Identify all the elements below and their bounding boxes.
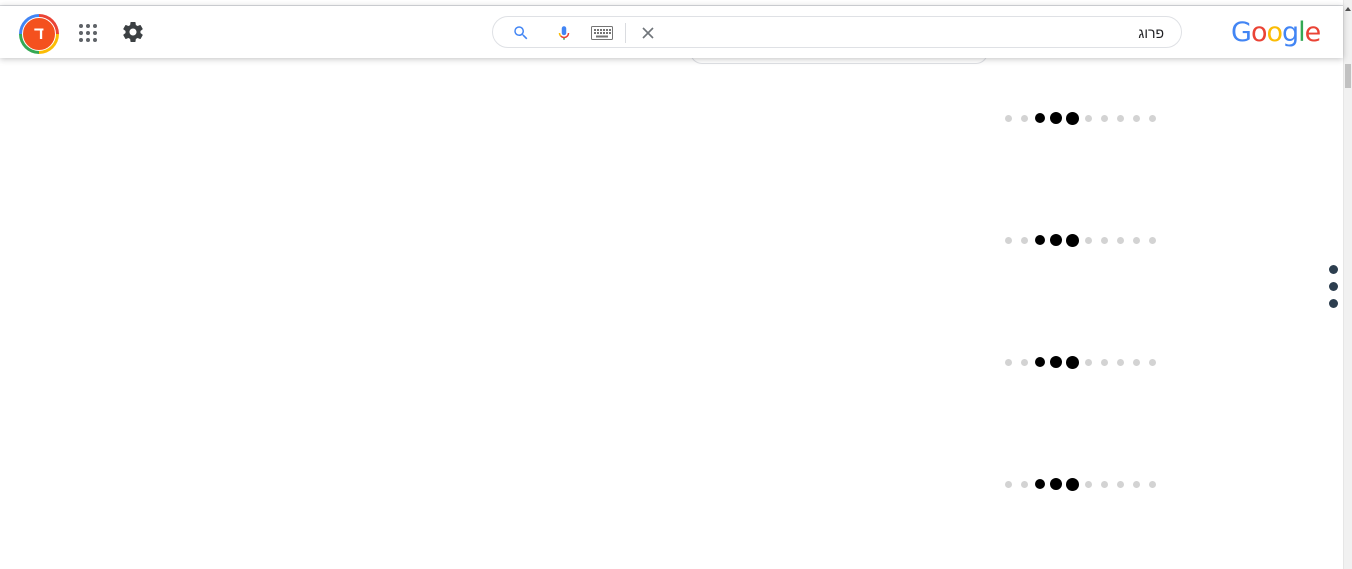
loading-dot <box>1065 355 1079 369</box>
scrollbar-thumb[interactable] <box>1345 64 1351 88</box>
loading-dot <box>1004 358 1012 366</box>
gear-icon[interactable] <box>121 20 145 44</box>
loading-dot <box>1084 358 1092 366</box>
menu-dot <box>1329 299 1338 308</box>
apps-grid-icon[interactable] <box>76 21 100 45</box>
loading-dot <box>1065 111 1079 125</box>
loading-dot <box>1035 235 1045 245</box>
keyboard-icon[interactable] <box>591 26 613 40</box>
loading-dot <box>1035 479 1045 489</box>
loading-indicator <box>1002 232 1162 247</box>
logo-letter: o <box>1250 17 1268 48</box>
loading-dot <box>1100 114 1108 122</box>
loading-dot <box>1116 114 1124 122</box>
loading-dot <box>1050 356 1062 368</box>
loading-indicator <box>1002 476 1162 491</box>
loading-dot <box>1004 236 1012 244</box>
google-logo[interactable]: Google <box>1231 17 1322 48</box>
loading-dot <box>1050 234 1062 246</box>
loading-dot <box>1035 113 1045 123</box>
menu-dot <box>1329 265 1338 274</box>
loading-dot <box>1084 480 1092 488</box>
logo-letter: e <box>1304 17 1322 48</box>
loading-dot <box>1020 358 1028 366</box>
vertical-dots-icon[interactable] <box>1327 264 1339 310</box>
search-box[interactable] <box>492 16 1182 48</box>
logo-letter: G <box>1231 17 1252 48</box>
loading-dot <box>1132 480 1140 488</box>
microphone-icon[interactable] <box>555 23 573 43</box>
loading-dot <box>1132 114 1140 122</box>
loading-dot <box>1065 477 1079 491</box>
loading-dot <box>1132 236 1140 244</box>
loading-dot <box>1035 357 1045 367</box>
loading-indicator <box>1002 110 1162 125</box>
close-icon[interactable] <box>640 25 656 41</box>
loading-dot <box>1020 236 1028 244</box>
loading-indicator <box>1002 354 1162 369</box>
loading-dot <box>1084 114 1092 122</box>
loading-dot <box>1148 114 1156 122</box>
loading-dot <box>1100 480 1108 488</box>
loading-dot <box>1065 233 1079 247</box>
loading-dot <box>1100 236 1108 244</box>
loading-dot <box>1148 358 1156 366</box>
account-avatar[interactable]: ד <box>19 14 59 54</box>
search-input[interactable] <box>668 22 1164 44</box>
loading-dot <box>1148 236 1156 244</box>
loading-dot <box>1020 480 1028 488</box>
logo-letter: o <box>1266 17 1283 48</box>
loading-dot <box>1148 480 1156 488</box>
search-icon[interactable] <box>512 24 530 42</box>
loading-dot <box>1100 358 1108 366</box>
loading-dot <box>1116 358 1124 366</box>
loading-dot <box>1020 114 1028 122</box>
menu-dot <box>1329 282 1338 291</box>
avatar-initial: ד <box>22 17 56 51</box>
loading-dot <box>1116 236 1124 244</box>
loading-dot <box>1132 358 1140 366</box>
logo-letter: g <box>1282 17 1299 48</box>
loading-dot <box>1050 112 1062 124</box>
loading-dot <box>1004 480 1012 488</box>
search-header: ד פרוג Google <box>0 6 1343 58</box>
loading-dot <box>1050 478 1062 490</box>
loading-dot <box>1116 480 1124 488</box>
scroll-up-arrow-icon[interactable] <box>1345 7 1351 11</box>
loading-dot <box>1004 114 1012 122</box>
loading-dot <box>1084 236 1092 244</box>
searchbox-divider <box>625 23 626 43</box>
